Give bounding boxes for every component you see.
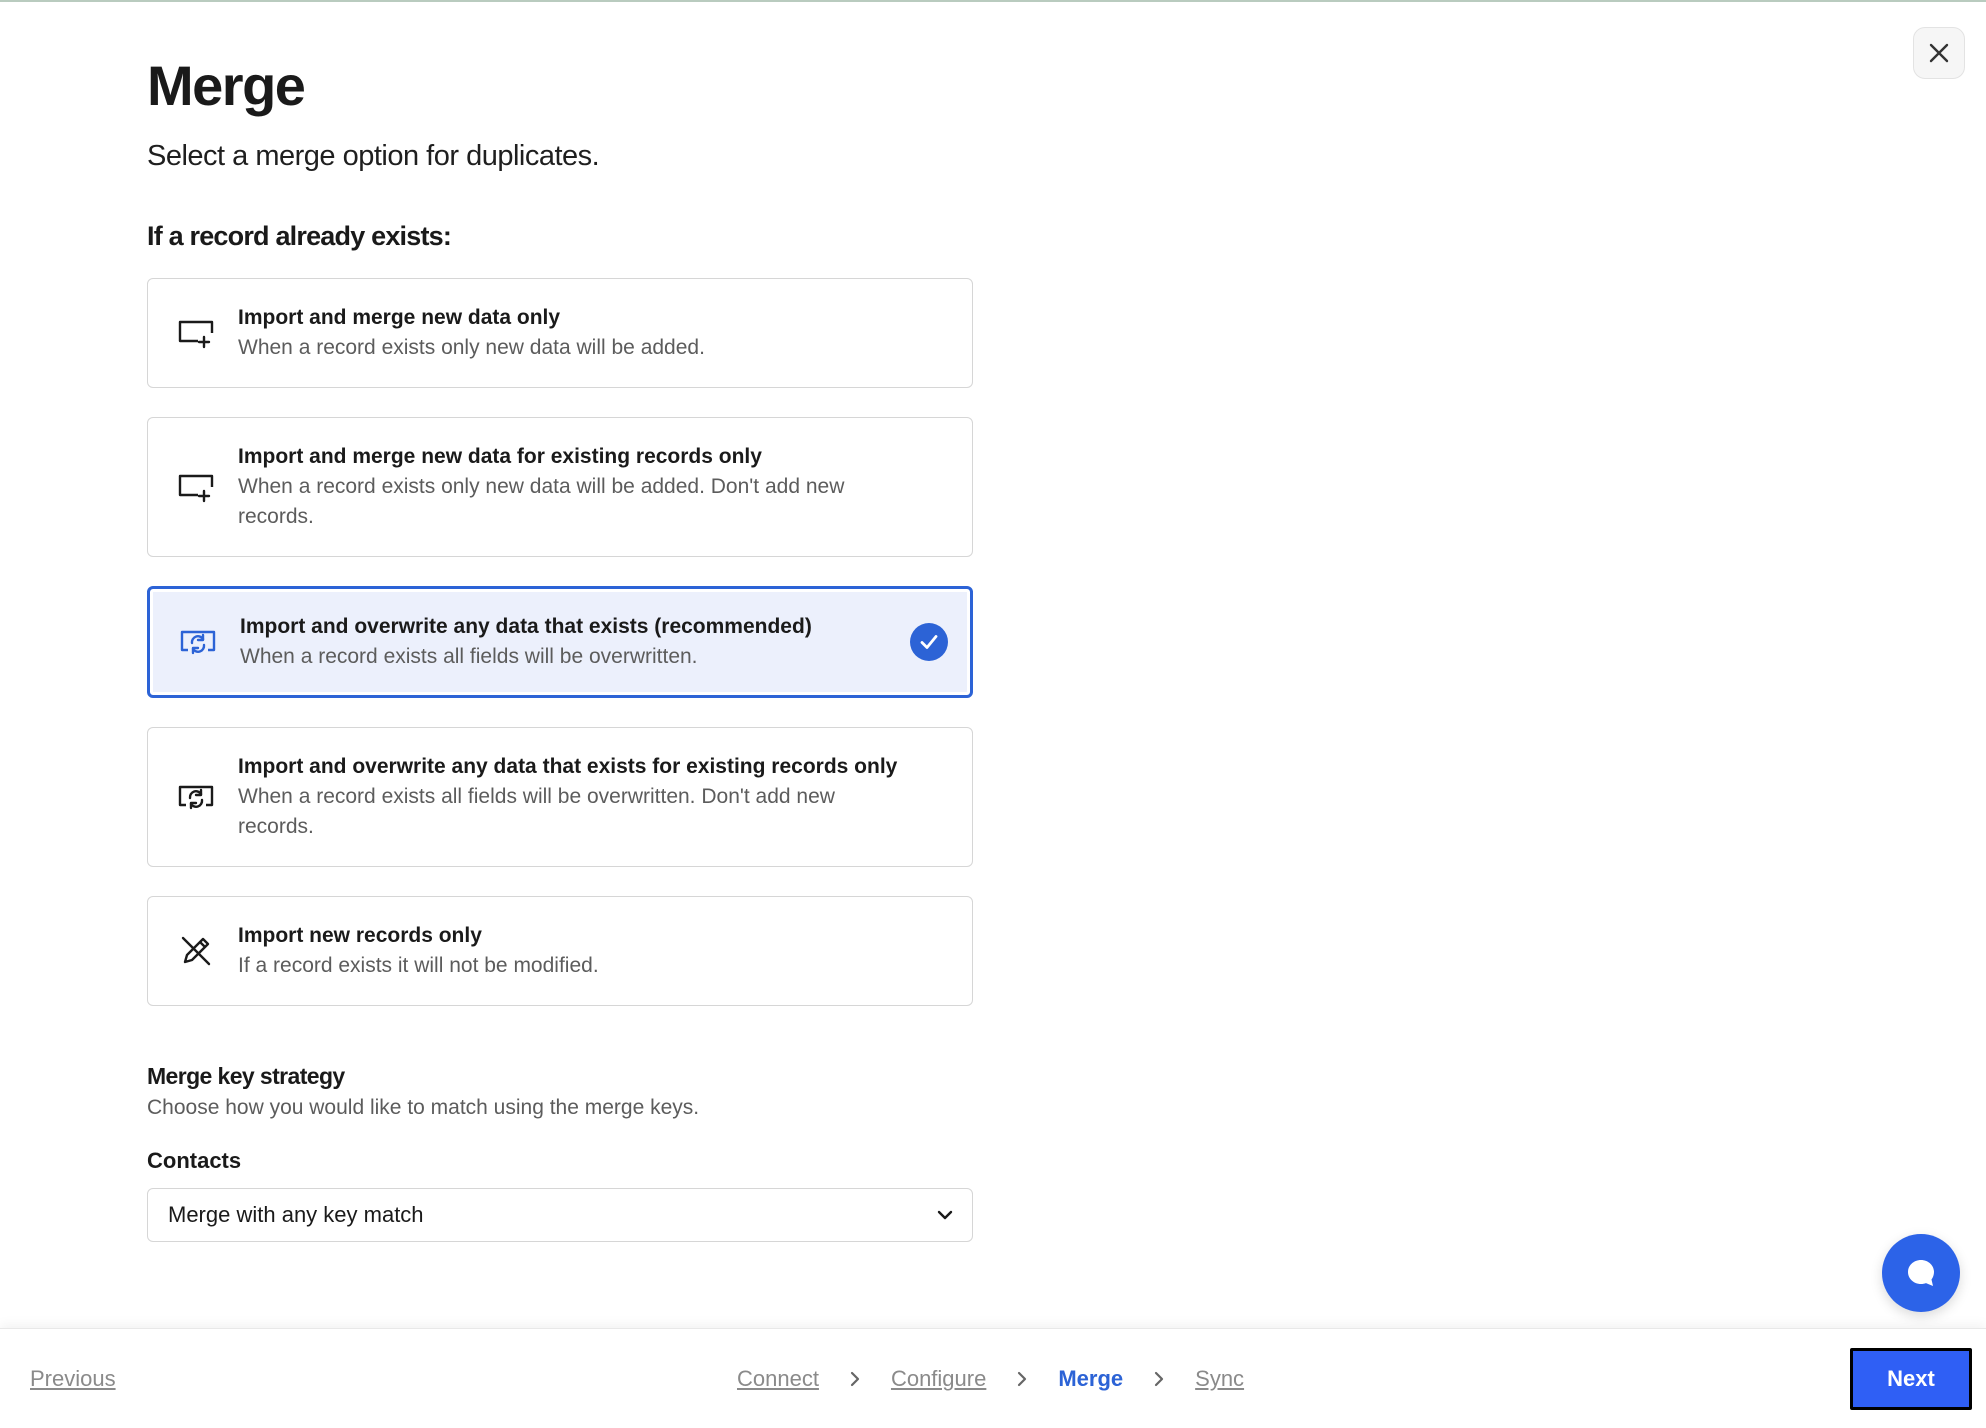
merge-option-title: Import new records only	[238, 924, 482, 947]
merge-option-new-records-only[interactable]: Import new records only If a record exis…	[147, 896, 973, 1006]
merge-option-import-merge-existing[interactable]: Import and merge new data for existing r…	[147, 417, 973, 557]
merge-option-description: When a record exists all fields will be …	[238, 785, 835, 838]
merge-options-heading: If a record already exists:	[147, 221, 452, 251]
merge-option-title: Import and overwrite any data that exist…	[238, 755, 898, 778]
step-configure[interactable]: Configure	[891, 1366, 986, 1392]
close-icon	[1929, 43, 1949, 63]
merge-key-strategy-description: Choose how you would like to match using…	[147, 1096, 700, 1119]
merge-options-list: Import and merge new data only When a re…	[147, 278, 973, 1006]
merge-option-description: When a record exists only new data will …	[238, 475, 845, 528]
merge-key-selected-value: Merge with any key match	[168, 1202, 424, 1227]
merge-option-import-merge-new[interactable]: Import and merge new data only When a re…	[147, 278, 973, 388]
merge-key-select[interactable]: Merge with any key match	[147, 1188, 973, 1242]
pencil-off-icon	[176, 931, 216, 971]
close-button[interactable]	[1913, 27, 1965, 79]
chevron-right-icon	[1153, 1371, 1165, 1387]
chevron-right-icon	[1016, 1371, 1028, 1387]
monitor-refresh-icon	[176, 777, 216, 817]
merge-option-overwrite-recommended[interactable]: Import and overwrite any data that exist…	[147, 586, 973, 698]
monitor-refresh-icon	[178, 622, 218, 662]
next-button[interactable]: Next	[1850, 1348, 1972, 1410]
chevron-down-icon	[937, 1210, 953, 1220]
chat-button[interactable]	[1882, 1234, 1960, 1312]
merge-option-description: When a record exists only new data will …	[238, 336, 705, 359]
merge-option-title: Import and overwrite any data that exist…	[240, 615, 812, 638]
merge-key-strategy-heading: Merge key strategy	[147, 1063, 345, 1089]
page-title: Merge	[147, 54, 306, 117]
merge-page: Merge Select a merge option for duplicat…	[0, 0, 1986, 1428]
step-sync[interactable]: Sync	[1195, 1366, 1244, 1392]
chat-bubble-icon	[1908, 1260, 1934, 1286]
monitor-plus-icon	[176, 467, 216, 507]
wizard-steps: Connect Configure Merge Sync	[737, 1329, 1244, 1428]
chevron-right-icon	[849, 1371, 861, 1387]
merge-option-title: Import and merge new data only	[238, 306, 561, 329]
merge-option-description: If a record exists it will not be modifi…	[238, 954, 599, 977]
merge-option-description: When a record exists all fields will be …	[240, 645, 698, 668]
selected-check-icon	[910, 623, 948, 661]
main-content: Merge Select a merge option for duplicat…	[147, 50, 973, 1242]
top-divider	[0, 0, 1986, 2]
previous-link[interactable]: Previous	[30, 1329, 116, 1428]
step-merge: Merge	[1058, 1366, 1124, 1391]
page-subtitle: Select a merge option for duplicates.	[147, 140, 600, 172]
wizard-footer: Previous Connect Configure Merge Sync	[0, 1328, 1986, 1428]
contacts-label: Contacts	[147, 1148, 242, 1173]
merge-option-overwrite-existing[interactable]: Import and overwrite any data that exist…	[147, 727, 973, 867]
monitor-plus-icon	[176, 313, 216, 353]
step-connect[interactable]: Connect	[737, 1366, 819, 1392]
merge-option-title: Import and merge new data for existing r…	[238, 445, 762, 468]
